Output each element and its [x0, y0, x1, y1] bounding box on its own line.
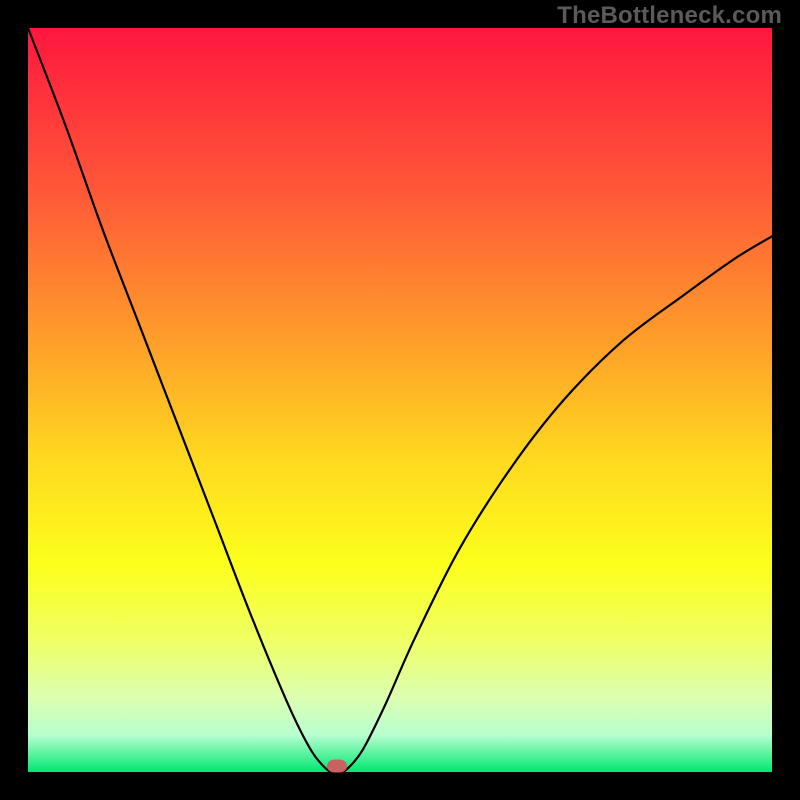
optimal-marker [327, 760, 347, 773]
bottleneck-curve [28, 28, 772, 772]
chart-frame: TheBottleneck.com [0, 0, 800, 800]
plot-area [28, 28, 772, 772]
curve-svg [28, 28, 772, 772]
watermark-text: TheBottleneck.com [557, 2, 782, 30]
